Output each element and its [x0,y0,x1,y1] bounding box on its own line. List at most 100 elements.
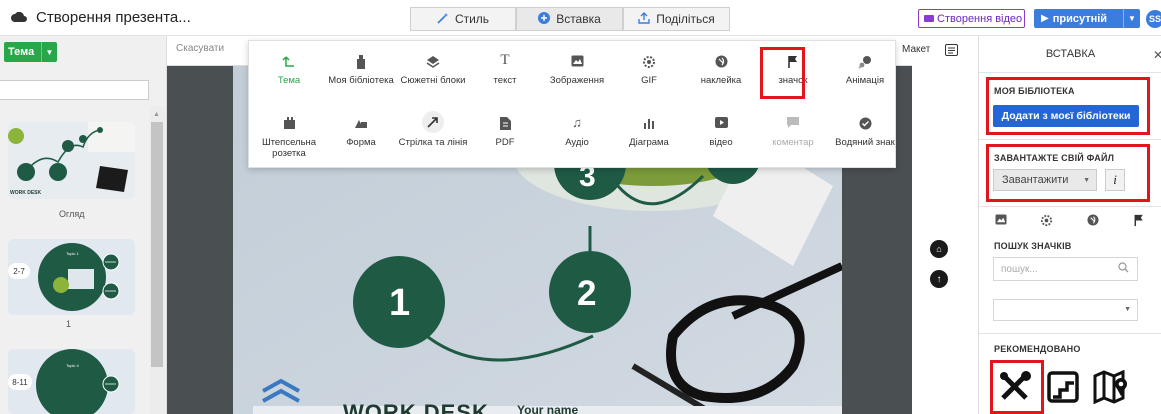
map-pin-icon[interactable] [1089,363,1133,411]
tab-share[interactable]: Поділіться [623,7,730,31]
menu-item-label: Форма [346,137,376,148]
slide-thumbnail-topic-1[interactable]: Topic 1 2-7 [8,239,135,315]
present-button[interactable]: ▶ присутній ▼ [1034,9,1140,28]
menu-item-text[interactable]: T текст [469,52,541,87]
scrollbar-thumb[interactable] [151,122,163,367]
menu-item-label: Діаграма [629,137,669,148]
gif-tab-icon[interactable] [1040,214,1053,230]
icon-search-input[interactable]: пошук... [993,257,1138,281]
library-icon [325,55,397,71]
tab-style-label: Стиль [454,12,490,26]
image-tab-icon[interactable] [995,214,1007,228]
menu-item-label: Тема [277,75,301,86]
overview-thumb-caption: WORK DESK [10,190,42,196]
sticker-icon [685,55,757,71]
watermark-icon [829,117,901,133]
navigate-up-icon[interactable]: ↑ [930,270,948,288]
menu-item-label: Сюжетні блоки [400,75,466,86]
media-type-tabs [979,211,1161,233]
close-icon[interactable]: ✕ [1153,48,1161,62]
stairs-icon[interactable] [1041,363,1085,411]
menu-item-pdf[interactable]: PDF [469,117,541,148]
menu-item-story-blocks[interactable]: Сюжетні блоки [397,55,469,86]
slide-title: WORK DESK [343,400,489,414]
present-dropdown-icon[interactable]: ▼ [1123,9,1140,28]
text-icon: T [500,52,510,68]
menu-item-label: текст [493,75,517,86]
slide-thumbnail-topic-4[interactable]: Topic 4 8-11 [8,349,135,414]
tab-insert[interactable]: Вставка [516,7,623,31]
icon-search-heading: ПОШУК ЗНАЧКІВ [994,241,1072,251]
avatar[interactable]: SS [1146,10,1161,28]
highlight-my-library [986,77,1150,135]
tab-share-label: Поділіться [656,12,715,26]
menu-item-label: Моя бібліотека [328,75,394,86]
tab-style[interactable]: Стиль [410,7,516,31]
menu-item-animation[interactable]: Анімація [829,55,901,86]
chevron-down-icon: ▼ [1124,306,1131,313]
menu-item-audio[interactable]: ♫ Аудіо [541,115,613,148]
icon-filter-dropdown[interactable]: ▼ [993,299,1138,321]
menu-item-label: Анімація [845,75,885,86]
overview-label: Огляд [59,209,85,219]
menu-item-video[interactable]: відео [685,117,757,148]
theme-icon [253,55,325,71]
slide-thumbnail-overview[interactable]: WORK DESK [8,122,135,199]
divider [979,333,1161,334]
menu-item-label: Зображення [549,75,605,86]
notes-icon[interactable] [945,44,958,56]
menu-item-plugin[interactable]: Штепсельна розетка [253,117,325,159]
panel-title: ВСТАВКА [1045,48,1096,60]
overview-thumbnail-image [8,122,135,199]
menu-item-theme[interactable]: Тема [253,55,325,86]
layers-icon [397,55,469,71]
tab-insert-label: Вставка [556,12,601,26]
layout-button[interactable]: Макет [902,44,930,55]
scroll-up-icon[interactable]: ▲ [153,111,160,118]
wand-icon [437,12,449,27]
menu-item-comment[interactable]: коментар [757,117,829,148]
menu-item-label: Водяний знак [835,137,895,148]
menu-item-watermark[interactable]: Водяний знак [829,117,901,148]
slide-step-number: 1 [389,282,411,324]
menu-item-label: Стрілка та лінія [398,137,468,148]
menu-item-label: GIF [641,75,657,86]
document-title[interactable]: Створення презента... [36,9,191,26]
menu-item-label: PDF [495,137,515,148]
create-video-label: Створення відео [937,12,1023,25]
gif-icon [613,55,685,71]
sticker-tab-icon[interactable] [1087,214,1099,229]
slides-search-input[interactable] [0,80,149,100]
menu-item-label: відео [709,137,733,148]
home-icon[interactable]: ⌂ [930,240,948,258]
comment-icon [757,117,829,133]
menu-item-shape[interactable]: Форма [325,117,397,148]
divider [979,72,1161,73]
cancel-button[interactable]: Скасувати [176,43,224,54]
chart-icon [613,117,685,133]
menu-item-sticker[interactable]: наклейка [685,55,757,86]
divider [979,139,1161,140]
theme-button[interactable]: Тема ▼ [4,42,57,62]
topic-1-caption: Topic 1 [66,251,79,256]
top-bar: Створення презента... Стиль Вставка Поді… [0,0,1161,36]
plugin-icon [253,117,325,133]
search-icon [1118,262,1129,276]
menu-item-image[interactable]: Зображення [541,55,613,86]
recommended-heading: РЕКОМЕНДОВАНО [994,344,1081,354]
menu-item-label: Штепсельна розетка [261,137,317,159]
menu-item-gif[interactable]: GIF [613,55,685,86]
flag-tab-icon[interactable] [1133,214,1145,230]
slide-number-label: 1 [66,319,72,329]
theme-dropdown-icon[interactable]: ▼ [41,42,57,62]
slides-panel: Тема ▼ ▲ WORK DESK Огляд Topic 1 2-7 1 T… [0,36,167,414]
menu-item-my-library[interactable]: Моя бібліотека [325,55,397,86]
play-icon: ▶ [1041,13,1049,24]
music-icon: ♫ [572,115,582,130]
menu-item-chart[interactable]: Діаграма [613,117,685,148]
create-video-button[interactable]: Створення відео [918,9,1025,28]
slide-range-badge: 2-7 [8,263,30,279]
highlight-upload [986,144,1150,202]
menu-item-arrow-line[interactable]: Стрілка та лінія [397,111,469,148]
image-icon [541,55,613,71]
